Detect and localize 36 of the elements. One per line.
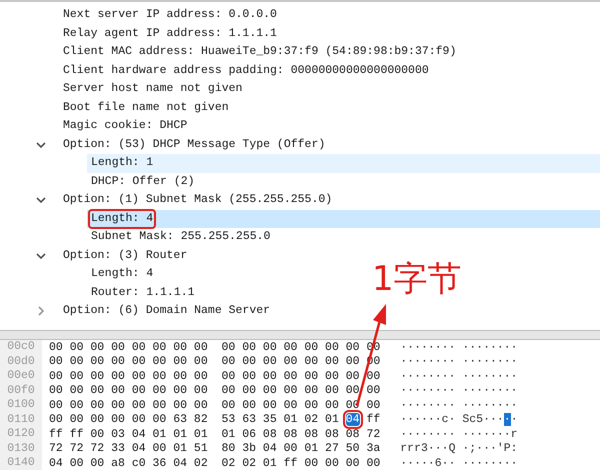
tree-row[interactable]: Length: 4 xyxy=(87,210,600,228)
offset-label: 0130 xyxy=(7,442,35,456)
hex-bytes[interactable]: 00 00 00 00 00 00 63 82 53 63 35 01 02 01 xyxy=(49,413,339,426)
ascii-text[interactable]: rrr3···Q ·;···'P: xyxy=(400,442,518,456)
offset-label: 0110 xyxy=(7,412,35,427)
hex-bytes[interactable]: 00 00 00 00 00 00 00 00 00 00 00 00 00 00 00 00 xyxy=(49,384,380,398)
offset-label: 0140 xyxy=(7,456,35,470)
selected-char[interactable]: · xyxy=(504,413,511,426)
hex-bytes[interactable]: ff ff 00 03 04 01 01 01 01 06 08 08 08 08 08 72 xyxy=(49,428,380,441)
tree-row[interactable]: Length: 1 xyxy=(87,154,600,172)
ascii-text[interactable]: ········ ········ xyxy=(400,398,518,412)
annotation-label: 1字节 xyxy=(372,258,462,301)
offset-label: 0120 xyxy=(7,427,35,442)
chevron-icon[interactable] xyxy=(36,140,46,150)
ascii-text[interactable]: ·····6·· ········ xyxy=(400,456,518,470)
ascii-text[interactable]: ······c· Sc5··· xyxy=(400,413,504,426)
ascii-text[interactable]: ········ ········ xyxy=(400,355,518,368)
ascii-text[interactable]: ········ ········ xyxy=(400,340,518,354)
ascii-text[interactable]: ········ ········ xyxy=(400,370,518,383)
ascii-text[interactable]: ········ ·······r xyxy=(400,428,518,441)
ascii-text[interactable]: · xyxy=(510,413,518,426)
ascii-text[interactable]: ········ ········ xyxy=(400,384,518,398)
offset-label: 0100 xyxy=(7,398,35,412)
hex-bytes[interactable]: 04 00 00 a8 c0 36 04 02 02 02 01 ff 00 00 00 00 xyxy=(49,456,380,470)
hex-bytes[interactable]: ff xyxy=(366,413,380,426)
chevron-icon[interactable] xyxy=(36,195,46,206)
offset-label: 00e0 xyxy=(7,369,35,384)
tree-item: Length: 4 xyxy=(90,210,154,227)
tree-item: Length: 1 xyxy=(90,155,154,172)
hex-bytes[interactable]: 72 72 72 33 04 00 01 51 80 3b 04 00 01 27 50 3a xyxy=(49,442,380,456)
offset-label: 00f0 xyxy=(7,384,35,398)
hex-bytes[interactable]: 00 00 00 00 00 00 00 00 00 00 00 00 00 00 00 00 xyxy=(49,370,380,383)
offset-label: 00d0 xyxy=(7,354,35,369)
selected-byte[interactable]: 04 xyxy=(346,413,360,426)
chevron-icon[interactable] xyxy=(36,250,46,261)
offset-label: 00c0 xyxy=(7,340,35,354)
